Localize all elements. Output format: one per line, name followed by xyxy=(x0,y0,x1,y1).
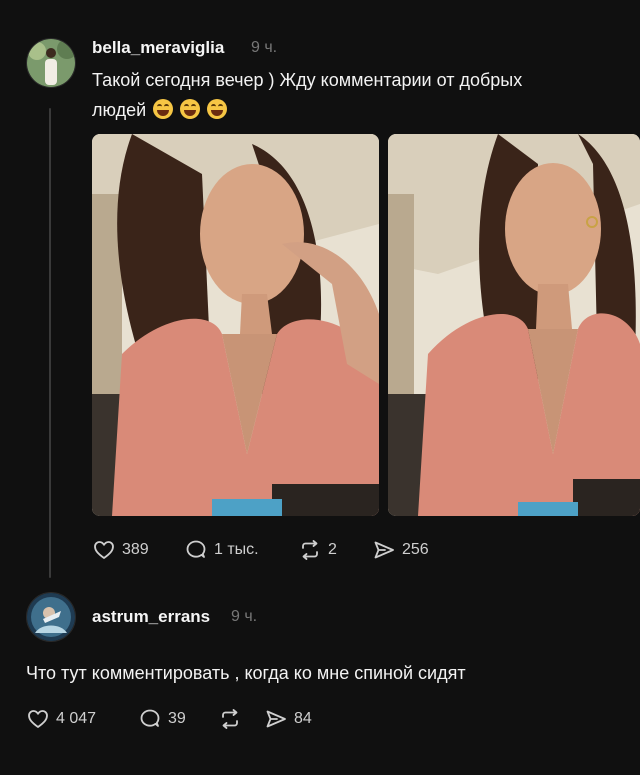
reply-author-avatar[interactable] xyxy=(26,592,76,642)
reply-like-button[interactable]: 4 047 xyxy=(26,707,138,731)
repost-button[interactable]: 2 xyxy=(298,538,372,562)
comment-count: 1 тыс. xyxy=(214,541,259,558)
heart-icon xyxy=(94,541,114,559)
thread-line xyxy=(49,108,51,578)
post-text-line1: Такой сегодня вечер ) Жду комментарии от… xyxy=(92,70,523,90)
like-count: 389 xyxy=(122,541,149,558)
reply-share-button[interactable]: 84 xyxy=(264,707,344,731)
post-author-avatar[interactable] xyxy=(26,38,76,88)
post-text: Такой сегодня вечер ) Жду комментарии от… xyxy=(92,65,522,125)
post-text-line2-words: людей xyxy=(92,100,147,120)
post-actions: 389 1 тыс. 2 256 xyxy=(92,538,452,562)
share-count: 256 xyxy=(402,541,429,558)
share-icon xyxy=(266,710,286,728)
reply-text: Что тут комментировать , когда ко мне сп… xyxy=(26,663,466,683)
post-time: 9 ч. xyxy=(251,39,278,56)
repost-icon xyxy=(222,709,238,729)
repost-icon xyxy=(302,540,318,560)
share-icon xyxy=(374,541,394,559)
post-photo-2[interactable] xyxy=(388,134,640,516)
reply-repost-button[interactable] xyxy=(218,707,264,731)
reply-username[interactable]: astrum_errans xyxy=(92,607,210,627)
post-username[interactable]: bella_meraviglia xyxy=(92,38,224,58)
comment-icon xyxy=(140,709,160,727)
reply-time: 9 ч. xyxy=(231,608,258,625)
comment-button[interactable]: 1 тыс. xyxy=(184,538,298,562)
joy-emoji-icon xyxy=(180,99,201,119)
reply-share-count: 84 xyxy=(294,710,312,727)
reply-actions: 4 047 39 84 xyxy=(26,707,344,731)
reply-like-count: 4 047 xyxy=(56,710,97,727)
share-button[interactable]: 256 xyxy=(372,538,452,562)
heart-icon xyxy=(28,710,48,728)
reply-comment-button[interactable]: 39 xyxy=(138,707,218,731)
joy-emoji-icon xyxy=(207,99,228,119)
post-text-line2: людей xyxy=(92,95,522,125)
comment-icon xyxy=(186,540,206,558)
repost-count: 2 xyxy=(328,541,337,558)
like-button[interactable]: 389 xyxy=(92,538,184,562)
reply-comment-count: 39 xyxy=(168,710,186,727)
post-photo-1[interactable] xyxy=(92,134,379,516)
joy-emoji-icon xyxy=(153,99,174,119)
